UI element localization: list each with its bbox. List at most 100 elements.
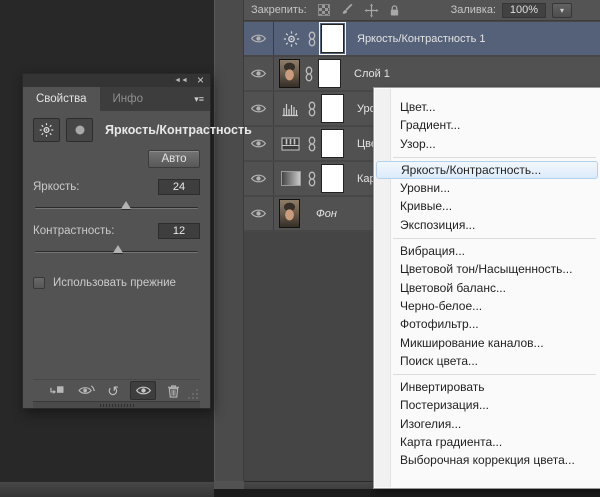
use-legacy-row: Использовать прежние [33,277,200,289]
tab-info[interactable]: Инфо [100,87,156,111]
menu-item-color-balance[interactable]: Цветовой баланс... [374,279,600,297]
layer-thumbnail[interactable] [279,59,300,88]
lock-all-icon[interactable] [389,4,400,17]
eye-icon [250,104,267,113]
close-panel-icon[interactable]: × [197,74,204,86]
auto-button[interactable]: Авто [148,150,200,168]
menu-item-color-lookup[interactable]: Поиск цвета... [374,352,600,370]
properties-content: Яркость/Контрастность Авто Яркость: 24 К… [23,111,252,408]
panel-resize-grip[interactable] [187,388,198,399]
brightness-row: Яркость: 24 [33,179,200,195]
layer-name[interactable]: Слой 1 [354,68,390,80]
link-icon[interactable] [308,136,316,152]
visibility-toggle[interactable] [244,57,274,90]
visibility-toggle[interactable] [244,22,274,55]
lock-options [317,2,400,18]
use-legacy-label: Использовать прежние [53,277,176,289]
menu-item-levels[interactable]: Уровни... [374,179,600,197]
link-icon[interactable] [308,101,316,117]
layer-name[interactable]: Яркость/Контрастность 1 [357,33,486,45]
menu-item-gradient-map[interactable]: Карта градиента... [374,433,600,451]
contrast-label: Контрастность: [33,225,115,237]
layer-mask-thumbnail[interactable] [321,164,344,193]
eye-icon [250,209,267,218]
photoshop-workspace: Закрепить: Заливка: 100% ▾ Яркость/Контр… [0,0,600,497]
slider-thumb[interactable] [113,245,124,253]
menu-item-channel-mixer[interactable]: Микширование каналов... [374,334,600,352]
menu-separator [374,234,600,242]
lock-transparency-icon[interactable] [317,4,330,16]
adjustment-header: Яркость/Контрастность [33,118,252,142]
layer-mask-thumbnail[interactable] [319,22,346,55]
delete-adjustment-icon[interactable] [167,384,180,398]
brightness-contrast-icon[interactable] [279,28,303,50]
slider-track [35,207,198,209]
brightness-value-field[interactable]: 24 [158,179,200,195]
link-icon[interactable] [308,31,316,47]
eye-icon [250,139,267,148]
panel-drag-strip[interactable] [33,401,200,408]
visibility-toggle[interactable] [244,162,274,195]
view-previous-state-icon[interactable] [77,384,96,397]
menu-separator [374,370,600,378]
properties-toolbar: ↺ [33,379,200,401]
layer-mask-thumbnail[interactable] [321,94,344,123]
clip-to-layer-icon[interactable] [48,384,66,397]
menu-item-color[interactable]: Цвет... [374,98,600,116]
drag-handle-dots [99,403,134,407]
layer-name[interactable]: Фон [316,208,337,220]
link-icon[interactable] [308,171,316,187]
menu-item-invert[interactable]: Инвертировать [374,378,600,396]
fill-value-field[interactable]: 100% [502,2,546,18]
auto-row: Авто [33,150,200,168]
menu-item-black-white[interactable]: Черно-белое... [374,297,600,315]
menu-item-selective-color[interactable]: Выборочная коррекция цвета... [374,451,600,469]
menu-item-hue-saturation[interactable]: Цветовой тон/Насыщенность... [374,260,600,278]
fill-dropdown-button[interactable]: ▾ [552,2,572,18]
panel-title-bar[interactable]: ◄◄ × [23,74,210,87]
menu-item-gradient[interactable]: Градиент... [374,116,600,134]
layer-thumbnail[interactable] [279,199,300,228]
levels-icon[interactable] [279,98,303,120]
adjustment-title: Яркость/Контрастность [105,123,252,137]
panel-dock-divider[interactable] [214,0,244,481]
lock-position-icon[interactable] [364,2,379,18]
layer-row-layer-1[interactable]: Слой 1 [244,57,600,90]
brightness-contrast-icon [33,118,60,142]
collapse-panel-icon[interactable]: ◄◄ [174,77,188,84]
color-balance-icon[interactable] [279,133,303,155]
link-icon[interactable] [305,66,313,82]
eye-icon [250,34,267,43]
menu-item-threshold[interactable]: Изогелия... [374,415,600,433]
eye-icon [250,174,267,183]
lock-pixels-icon[interactable] [340,3,354,17]
reset-glyph: ↺ [107,382,119,399]
layer-mask-thumbnail[interactable] [321,129,344,158]
menu-item-posterize[interactable]: Постеризация... [374,396,600,414]
menu-item-photo-filter[interactable]: Фотофильтр... [374,315,600,333]
slider-thumb[interactable] [121,201,132,209]
reset-icon[interactable]: ↺ [107,384,119,398]
contrast-slider[interactable] [35,244,198,256]
menu-item-brightness-contrast[interactable]: Яркость/Контрастность... [376,160,598,180]
use-legacy-checkbox[interactable] [33,277,45,289]
menu-separator [374,153,600,161]
menu-item-exposure[interactable]: Экспозиция... [374,216,600,234]
contrast-row: Контрастность: 12 [33,223,200,239]
layer-mask-thumbnail[interactable] [318,59,341,88]
visibility-toggle[interactable] [244,197,274,230]
brightness-slider[interactable] [35,200,198,212]
tab-properties[interactable]: Свойства [23,87,100,111]
menu-item-vibrance[interactable]: Вибрация... [374,242,600,260]
gradient-swatch [281,171,301,186]
layer-mask-icon [66,118,93,142]
visibility-toggle[interactable] [244,92,274,125]
gradient-map-icon[interactable] [279,168,303,190]
contrast-value-field[interactable]: 12 [158,223,200,239]
toggle-visibility-icon[interactable] [130,381,156,400]
layer-row-brightness-contrast-1[interactable]: Яркость/Контрастность 1 [244,22,600,55]
layers-lock-bar: Закрепить: Заливка: 100% ▾ [244,0,600,21]
menu-item-pattern[interactable]: Узор... [374,135,600,153]
panel-menu-icon[interactable]: ▾≡ [194,87,204,111]
menu-item-curves[interactable]: Кривые... [374,197,600,215]
